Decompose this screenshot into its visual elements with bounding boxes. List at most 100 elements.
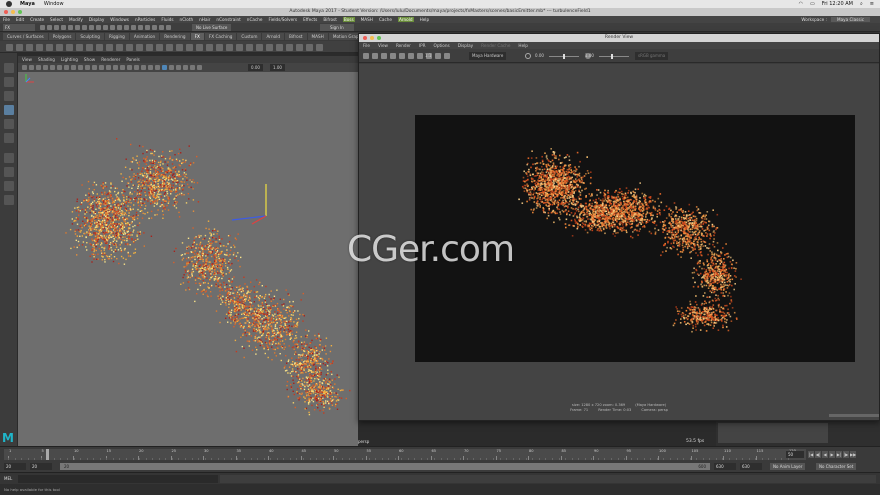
menu-create[interactable]: Create xyxy=(30,17,44,22)
menu-fields-solvers[interactable]: Fields/Solvers xyxy=(268,17,297,22)
renderer-dropdown[interactable]: Maya Hardware xyxy=(469,52,507,60)
workspace-dropdown[interactable]: Maya Classic xyxy=(830,17,870,22)
shelf-tool-icon[interactable] xyxy=(156,44,163,51)
shelf-tool-icon[interactable] xyxy=(176,44,183,51)
rotate-tool-icon[interactable] xyxy=(4,119,14,129)
menu-effects[interactable]: Effects xyxy=(303,17,317,22)
layout-two-icon[interactable] xyxy=(4,181,14,191)
gamma-slider-knob[interactable] xyxy=(611,54,613,59)
redo-icon[interactable] xyxy=(68,25,73,30)
viewport-menu-shading[interactable]: Shading xyxy=(38,57,55,62)
menu-bifrost[interactable]: Bifrost xyxy=(323,17,337,22)
shadows-icon[interactable] xyxy=(134,65,139,70)
scale-tool-icon[interactable] xyxy=(4,133,14,143)
shelf-tool-icon[interactable] xyxy=(296,44,303,51)
shelf-tool-icon[interactable] xyxy=(26,44,33,51)
mask-icon[interactable] xyxy=(117,25,122,30)
shelf-tool-icon[interactable] xyxy=(306,44,313,51)
snap-surface-icon[interactable] xyxy=(166,25,171,30)
sign-in-button[interactable]: Sign In xyxy=(320,24,354,31)
alpha-channel-icon[interactable] xyxy=(417,53,423,59)
menu-nconstraint[interactable]: nConstraint xyxy=(216,17,240,22)
menu-windows[interactable]: Windows xyxy=(110,17,129,22)
rv-menu-view[interactable]: View xyxy=(378,43,388,48)
refresh-icon[interactable] xyxy=(399,53,405,59)
render-region-icon[interactable] xyxy=(372,53,378,59)
menu-file[interactable]: File xyxy=(3,17,10,22)
color-mgmt-icon[interactable] xyxy=(197,65,202,70)
shelf-tool-icon[interactable] xyxy=(6,44,13,51)
close-window-button[interactable] xyxy=(4,10,8,14)
menu-select[interactable]: Select xyxy=(50,17,63,22)
wireframe-on-shaded-icon[interactable] xyxy=(113,65,118,70)
shelf-tool-icon[interactable] xyxy=(56,44,63,51)
shelf-tool-icon[interactable] xyxy=(16,44,23,51)
shelf-tool-icon[interactable] xyxy=(106,44,113,51)
shelf-tab-custom[interactable]: Custom xyxy=(237,33,262,40)
ambient-occlusion-icon[interactable] xyxy=(141,65,146,70)
snap-grid-icon[interactable] xyxy=(138,25,143,30)
open-scene-icon[interactable] xyxy=(47,25,52,30)
rv-menu-display[interactable]: Display xyxy=(458,43,473,48)
viewport-menu-show[interactable]: Show xyxy=(84,57,95,62)
viewport-menu-view[interactable]: View xyxy=(22,57,32,62)
shelf-tab-curves-surfaces[interactable]: Curves / Surfaces xyxy=(3,33,48,40)
shelf-tool-icon[interactable] xyxy=(166,44,173,51)
snap-curve-icon[interactable] xyxy=(145,25,150,30)
select-hierarchy-icon[interactable] xyxy=(75,25,80,30)
gamma-value[interactable]: 1.00 xyxy=(585,52,594,60)
xray-active-icon[interactable] xyxy=(176,65,181,70)
rv-zoom-button[interactable] xyxy=(377,36,381,40)
shelf-tool-icon[interactable] xyxy=(266,44,273,51)
layout-single-icon[interactable] xyxy=(4,153,14,163)
mask-icon[interactable] xyxy=(131,25,136,30)
shelf-tool-icon[interactable] xyxy=(146,44,153,51)
rv-menu-file[interactable]: File xyxy=(363,43,370,48)
wireframe-icon[interactable] xyxy=(99,65,104,70)
field-chart-icon[interactable] xyxy=(78,65,83,70)
menu-nhair[interactable]: nHair xyxy=(199,17,210,22)
spotlight-icon[interactable]: ⌕ xyxy=(860,1,863,7)
lasso-tool-icon[interactable] xyxy=(4,77,14,87)
redo-render-icon[interactable] xyxy=(363,53,369,59)
exposure-slider-knob[interactable] xyxy=(563,54,565,59)
battery-icon[interactable]: ▭ xyxy=(810,1,815,7)
shelf-tab-animation[interactable]: Animation xyxy=(129,33,160,40)
backface-icon[interactable] xyxy=(190,65,195,70)
shelf-tool-icon[interactable] xyxy=(66,44,73,51)
xray-icon[interactable] xyxy=(169,65,174,70)
select-tool-icon[interactable] xyxy=(4,63,14,73)
menu-set-dropdown[interactable]: FX xyxy=(3,24,35,31)
image-plane-icon[interactable] xyxy=(43,65,48,70)
bookmark-icon[interactable] xyxy=(36,65,41,70)
shelf-tool-icon[interactable] xyxy=(196,44,203,51)
isolate-select-icon[interactable] xyxy=(162,65,167,70)
shelf-tab-bifrost[interactable]: Bifrost xyxy=(285,33,307,40)
shelf-tool-icon[interactable] xyxy=(36,44,43,51)
notifications-icon[interactable]: ≡ xyxy=(870,1,874,7)
ipr-icon[interactable] xyxy=(390,53,396,59)
menu-boss[interactable]: Boss xyxy=(342,17,355,22)
shelf-tab-sculpting[interactable]: Sculpting xyxy=(76,33,104,40)
menu-ncloth[interactable]: nCloth xyxy=(180,17,194,22)
shelf-tab-mash[interactable]: MASH xyxy=(307,33,328,40)
shelf-tool-icon[interactable] xyxy=(86,44,93,51)
textured-icon[interactable] xyxy=(120,65,125,70)
grid-icon[interactable] xyxy=(50,65,55,70)
motion-blur-icon[interactable] xyxy=(148,65,153,70)
shelf-tool-icon[interactable] xyxy=(186,44,193,51)
select-component-icon[interactable] xyxy=(89,25,94,30)
shelf-tool-icon[interactable] xyxy=(256,44,263,51)
shelf-tool-icon[interactable] xyxy=(206,44,213,51)
shelf-tool-icon[interactable] xyxy=(46,44,53,51)
new-scene-icon[interactable] xyxy=(40,25,45,30)
shelf-tool-icon[interactable] xyxy=(126,44,133,51)
snap-point-icon[interactable] xyxy=(152,25,157,30)
anti-alias-icon[interactable] xyxy=(155,65,160,70)
shelf-tool-icon[interactable] xyxy=(116,44,123,51)
menu-mash[interactable]: MASH xyxy=(361,17,373,22)
perspective-viewport[interactable] xyxy=(18,72,358,446)
gamma-slider[interactable] xyxy=(599,56,629,57)
live-surface-field[interactable]: No Live Surface xyxy=(192,24,232,31)
snap-view-icon[interactable] xyxy=(159,25,164,30)
